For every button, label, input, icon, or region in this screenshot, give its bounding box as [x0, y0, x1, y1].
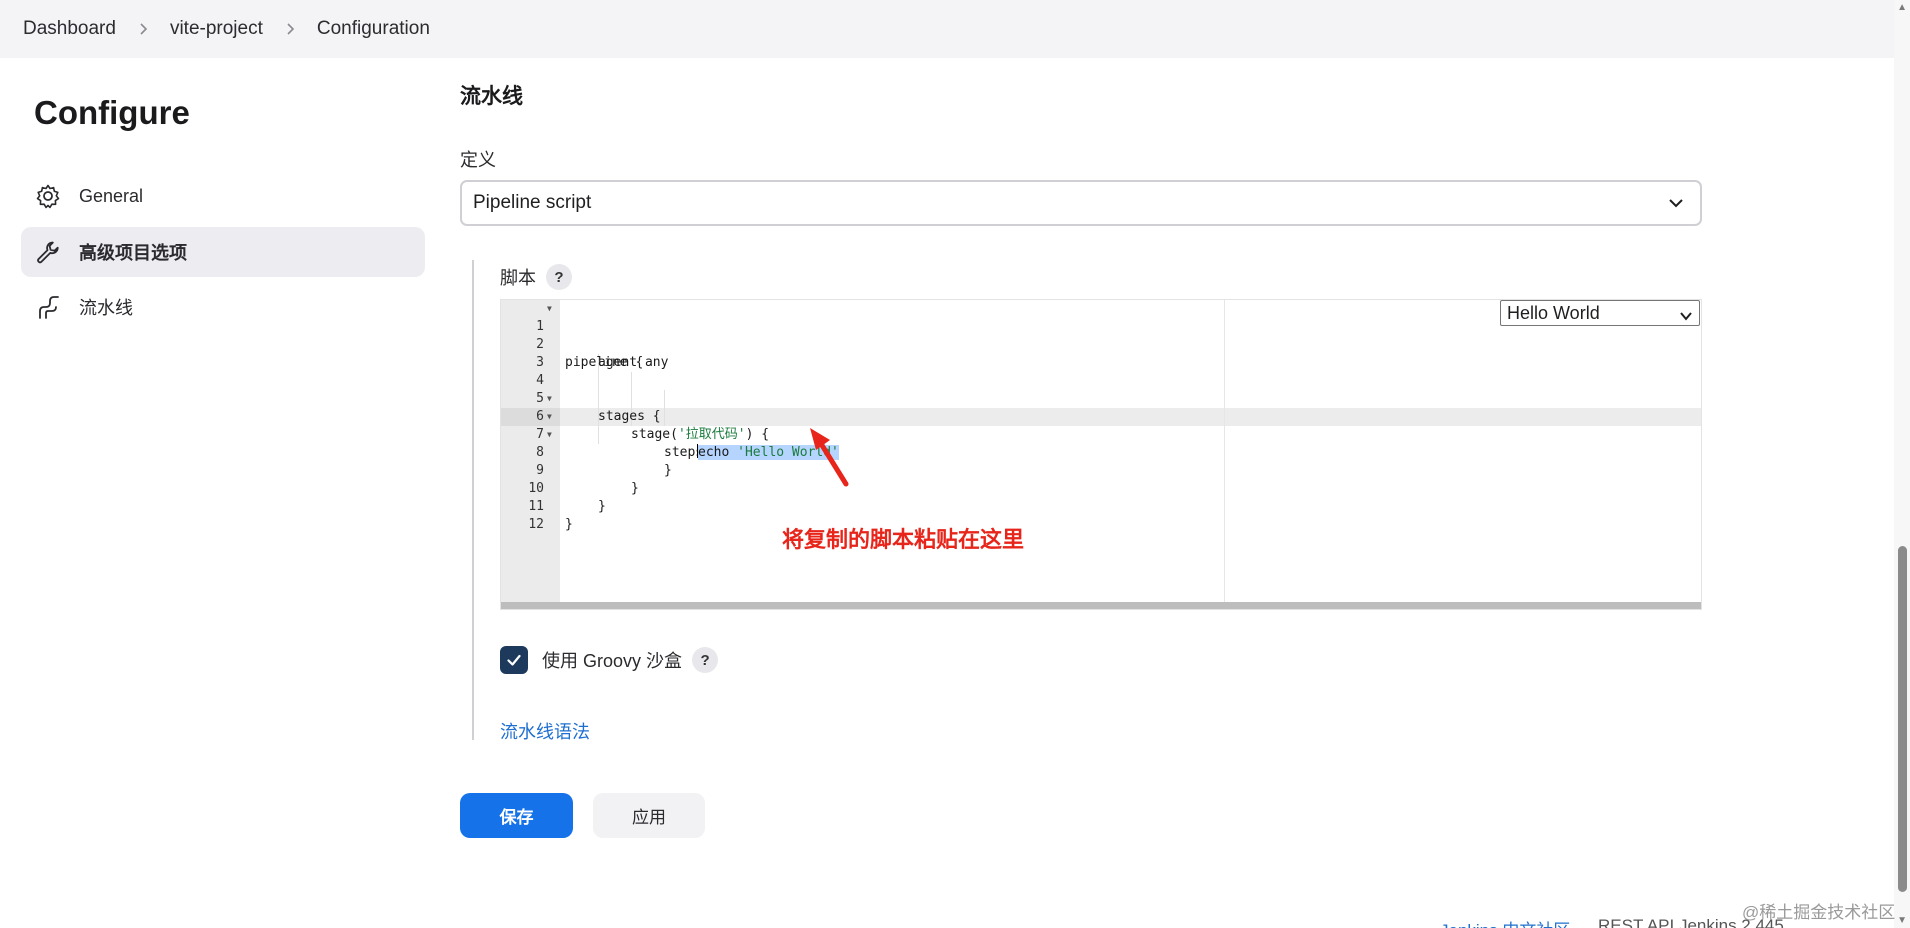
wrench-icon — [35, 239, 61, 265]
sidebar-item-advanced[interactable]: 高级项目选项 — [21, 227, 425, 277]
indent-guide — [664, 390, 665, 426]
print-margin — [1224, 300, 1225, 609]
help-icon[interactable]: ? — [546, 264, 572, 290]
section-title: 流水线 — [460, 85, 523, 108]
code-text: } — [565, 517, 573, 532]
section-indent-bar — [472, 260, 474, 740]
footer-community-link[interactable]: Jenkins 中文社区 — [1440, 916, 1570, 928]
scroll-down-arrow-icon[interactable]: ▼ — [1897, 915, 1907, 926]
code-line: 9 } — [501, 444, 639, 496]
chevron-down-icon — [1679, 307, 1693, 321]
code-line: 4 ▼ stages { — [501, 354, 660, 424]
chevron-right-icon — [132, 18, 154, 40]
sidebar-item-pipeline[interactable]: 流水线 — [21, 282, 425, 332]
sidebar-item-label: 流水线 — [79, 298, 133, 318]
groovy-sandbox-checkbox[interactable] — [500, 646, 528, 674]
code-line: 10 } — [501, 462, 605, 514]
sidebar-item-label: 高级项目选项 — [79, 243, 187, 263]
code-line-active: 7 echo 'Hello World' — [501, 408, 839, 460]
groovy-sandbox-label: 使用 Groovy 沙盒 — [542, 651, 683, 671]
pipeline-syntax-link[interactable]: 流水线语法 — [500, 718, 590, 744]
code-string: '拉取代码' — [677, 427, 746, 442]
sidebar-item-general[interactable]: General — [21, 171, 425, 221]
code-line: 1 ▼ pipeline { — [501, 300, 643, 370]
page-scrollbar[interactable]: ▲ ▼ — [1894, 0, 1910, 928]
script-editor[interactable]: 1 ▼ pipeline { 2 agent any 3 4 ▼ stages … — [500, 299, 1702, 610]
gear-icon — [35, 183, 61, 209]
groovy-sandbox-row: 使用 Groovy 沙盒 ? — [500, 646, 719, 674]
code-text: stages { — [598, 409, 661, 424]
code-line: 8 } — [501, 426, 672, 478]
watermark: @稀土掘金技术社区 — [1742, 903, 1896, 922]
breadcrumb-project[interactable]: vite-project — [170, 18, 263, 40]
breadcrumb-configuration[interactable]: Configuration — [317, 18, 430, 40]
jenkins-configure-page: Dashboard vite-project Configuration ▲ ▼… — [0, 0, 1910, 928]
apply-button[interactable]: 应用 — [593, 793, 705, 838]
code-line: 2 agent any — [501, 318, 668, 370]
sample-pipeline-value: Hello World — [1507, 302, 1600, 323]
annotation-arrow-icon — [810, 428, 849, 487]
pipeline-icon — [35, 294, 61, 320]
code-text: stage('拉取代码') { — [631, 426, 769, 444]
code-line: 12 — [501, 498, 548, 532]
code-text: } — [598, 499, 606, 514]
code-line: 6 ▼ steps { — [501, 390, 719, 460]
sidebar-title: Configure — [34, 94, 190, 131]
line-number: 12 — [528, 517, 544, 532]
breadcrumb: Dashboard vite-project Configuration — [0, 0, 1894, 58]
scroll-up-arrow-icon[interactable]: ▲ — [1897, 2, 1907, 13]
code-text: } — [664, 463, 672, 478]
checkmark-icon — [507, 654, 521, 666]
breadcrumb-dashboard[interactable]: Dashboard — [23, 18, 116, 40]
code-line: 5 ▼ stage('拉取代码') { — [501, 372, 769, 442]
sample-pipeline-select[interactable]: Hello World — [1500, 300, 1700, 326]
code-text: } — [631, 481, 639, 496]
editor-horizontal-scrollbar[interactable] — [501, 602, 1701, 609]
chevron-down-icon — [1666, 193, 1686, 213]
code-line: 11 } — [501, 480, 572, 532]
annotation-text: 将复制的脚本粘贴在这里 — [782, 527, 1025, 552]
code-text: agent any — [598, 355, 669, 370]
active-line-highlight — [501, 408, 1701, 426]
sidebar-item-label: General — [79, 185, 144, 206]
code-token: stage( — [631, 427, 678, 442]
save-button[interactable]: 保存 — [460, 793, 573, 838]
code-line: 3 — [501, 336, 548, 370]
definition-select[interactable]: Pipeline script — [460, 180, 1702, 226]
script-label-row: 脚本 ? — [500, 264, 572, 290]
script-label: 脚本 — [500, 268, 536, 288]
scrollbar-thumb[interactable] — [1898, 546, 1907, 892]
help-icon[interactable]: ? — [692, 647, 719, 673]
code-token: ) { — [745, 427, 770, 442]
code-keyword: echo — [698, 445, 730, 460]
fold-arrow-icon[interactable]: ▼ — [547, 300, 552, 318]
definition-select-value: Pipeline script — [473, 192, 592, 213]
definition-label: 定义 — [460, 150, 496, 170]
chevron-right-icon — [279, 18, 301, 40]
